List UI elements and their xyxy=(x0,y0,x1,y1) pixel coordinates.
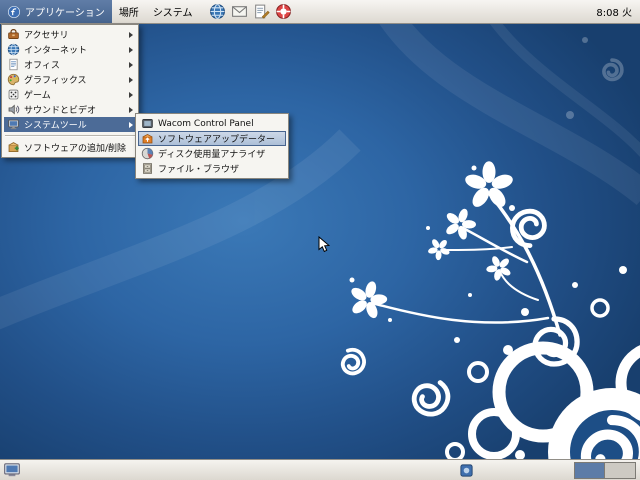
places-menu-label: 場所 xyxy=(118,8,139,19)
internet-icon xyxy=(7,43,20,56)
submenu-arrow-icon xyxy=(129,61,133,68)
graphics-icon xyxy=(7,73,20,86)
menu-item-office[interactable]: オフィス xyxy=(4,57,136,72)
office-icon xyxy=(7,58,20,71)
menu-item-wacom-control-panel[interactable]: Wacom Control Panel xyxy=(138,116,286,131)
web-browser-icon[interactable] xyxy=(209,3,226,20)
bottom-panel xyxy=(0,459,640,480)
top-panel: アプリケーション 場所 システム 8:08 火 xyxy=(0,0,640,24)
show-desktop-icon[interactable] xyxy=(3,461,21,479)
submenu-arrow-icon xyxy=(129,121,133,128)
sound-video-icon xyxy=(7,103,20,116)
menu-item-graphics[interactable]: グラフィックス xyxy=(4,72,136,87)
menu-item-label: ソフトウェアアップデーター xyxy=(158,135,276,145)
games-icon xyxy=(7,88,20,101)
panel-applet-icon[interactable] xyxy=(459,463,474,478)
menu-item-add-remove-software[interactable]: ソフトウェアの追加/削除 xyxy=(4,140,136,155)
menu-item-disk-usage-analyzer[interactable]: ディスク使用量アナライザ xyxy=(138,146,286,161)
system-menu-button[interactable]: システム xyxy=(146,0,200,23)
file-browser-icon xyxy=(141,162,154,175)
menu-item-label: システムツール xyxy=(24,121,87,131)
software-updater-icon xyxy=(141,132,154,145)
workspace-switcher[interactable] xyxy=(574,461,636,479)
menu-item-file-browser[interactable]: ファイル・ブラウザ xyxy=(138,161,286,176)
add-remove-software-icon xyxy=(7,141,20,154)
help-icon[interactable] xyxy=(275,3,292,20)
system-menu-label: システム xyxy=(152,8,193,19)
disk-usage-analyzer-icon xyxy=(141,147,154,160)
applications-menu-button[interactable]: アプリケーション xyxy=(0,0,112,23)
applications-menu-label: アプリケーション xyxy=(25,8,105,19)
menu-item-label: オフィス xyxy=(24,61,60,71)
menu-item-sound-video[interactable]: サウンドとビデオ xyxy=(4,102,136,117)
menu-item-label: サウンドとビデオ xyxy=(24,106,97,116)
menu-item-label: アクセサリ xyxy=(24,31,69,41)
wacom-tablet-icon xyxy=(141,117,154,130)
menu-item-label: Wacom Control Panel xyxy=(158,118,254,129)
menu-item-label: インターネット xyxy=(24,46,88,56)
menu-item-internet[interactable]: インターネット xyxy=(4,42,136,57)
submenu-arrow-icon xyxy=(129,46,133,53)
menu-item-label: ゲーム xyxy=(24,91,51,101)
panel-launchers xyxy=(209,0,292,23)
submenu-arrow-icon xyxy=(129,91,133,98)
menu-item-label: グラフィックス xyxy=(24,76,87,86)
submenu-arrow-icon xyxy=(129,31,133,38)
applications-menu: アクセサリ インターネット オフィス グラフィックス ゲーム サウンドとビデオ … xyxy=(1,24,139,158)
clock-applet[interactable]: 8:08 火 xyxy=(588,0,640,23)
menu-item-label: ディスク使用量アナライザ xyxy=(158,150,266,160)
accessories-icon xyxy=(7,28,20,41)
places-menu-button[interactable]: 場所 xyxy=(112,0,146,23)
menu-item-games[interactable]: ゲーム xyxy=(4,87,136,102)
menu-item-label: ファイル・ブラウザ xyxy=(158,165,240,175)
submenu-arrow-icon xyxy=(129,76,133,83)
menu-item-label: ソフトウェアの追加/削除 xyxy=(24,144,127,154)
menu-item-system-tools[interactable]: システムツール xyxy=(4,117,136,132)
workspace-1[interactable] xyxy=(575,462,605,478)
system-tools-icon xyxy=(7,118,20,131)
menu-item-software-updater[interactable]: ソフトウェアアップデーター xyxy=(138,131,286,146)
distro-logo-icon xyxy=(7,5,21,19)
workspace-2[interactable] xyxy=(605,462,635,478)
submenu-arrow-icon xyxy=(129,106,133,113)
menu-separator xyxy=(5,135,135,137)
menu-item-accessories[interactable]: アクセサリ xyxy=(4,27,136,42)
clock-text: 8:08 火 xyxy=(596,8,632,19)
word-processor-icon[interactable] xyxy=(253,3,270,20)
system-tools-submenu: Wacom Control Panel ソフトウェアアップデーター ディスク使用… xyxy=(135,113,289,179)
email-icon[interactable] xyxy=(231,3,248,20)
